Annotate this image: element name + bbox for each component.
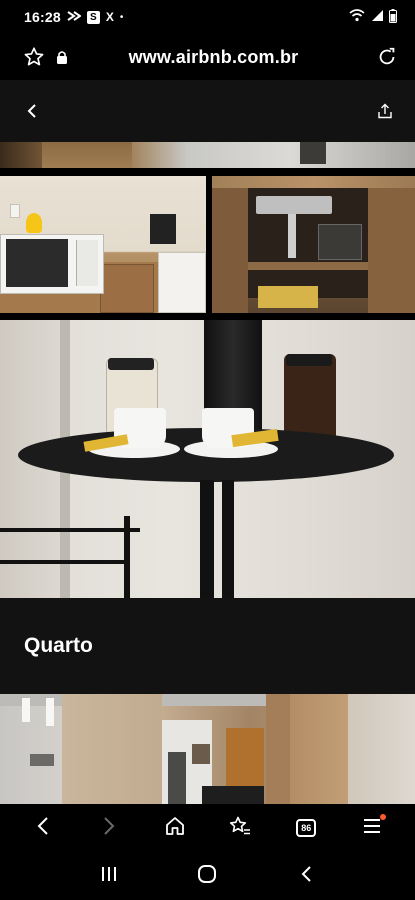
under-sink-cabinet-photo[interactable]	[212, 176, 415, 313]
section-title: Quarto	[24, 634, 93, 657]
double-arrow-icon	[67, 9, 82, 25]
section-header: Quarto	[0, 598, 415, 694]
star-list-icon	[229, 816, 251, 841]
menu-button[interactable]	[352, 808, 392, 848]
recent-apps-button[interactable]	[89, 856, 129, 896]
lock-icon[interactable]	[48, 43, 76, 71]
wifi-icon	[349, 9, 365, 25]
system-navigation-bar	[0, 852, 415, 900]
bookmarks-button[interactable]	[220, 808, 260, 848]
tabs-button[interactable]: 86	[286, 808, 326, 848]
browser-forward-button[interactable]	[89, 808, 129, 848]
s-app-icon: S	[86, 10, 100, 24]
battery-icon	[389, 8, 397, 26]
tabs-count: 86	[296, 819, 317, 837]
signal-icon	[370, 9, 384, 25]
x-app-icon: X	[105, 10, 114, 24]
browser-url-bar: www.airbnb.com.br	[0, 34, 415, 80]
notification-dot	[380, 814, 387, 820]
browser-back-button[interactable]	[23, 808, 63, 848]
recent-apps-icon	[100, 866, 118, 887]
kitchen-photo-partial[interactable]	[0, 142, 415, 168]
bedroom-photo[interactable]	[0, 694, 415, 804]
kitchen-microwave-photo[interactable]	[0, 176, 206, 313]
reload-icon[interactable]	[373, 43, 401, 71]
status-time: 16:28	[24, 9, 61, 25]
home-icon	[165, 816, 185, 841]
status-right	[349, 8, 397, 26]
status-dot: •	[119, 11, 124, 23]
share-icon[interactable]	[373, 99, 397, 123]
bookmark-star-icon[interactable]	[20, 43, 48, 71]
back-chevron-icon[interactable]	[20, 99, 44, 123]
status-left: 16:28 S X •	[24, 9, 123, 25]
chevron-left-icon	[37, 816, 49, 841]
system-home-button[interactable]	[187, 856, 227, 896]
system-back-button[interactable]	[286, 856, 326, 896]
home-circle-icon	[197, 864, 217, 889]
hamburger-menu-icon	[363, 818, 381, 839]
back-arrow-icon	[300, 865, 312, 888]
home-button[interactable]	[155, 808, 195, 848]
chevron-right-icon	[103, 816, 115, 841]
status-bar: 16:28 S X •	[0, 0, 415, 34]
coffee-table-photo[interactable]	[0, 320, 415, 598]
browser-toolbar: 86	[0, 804, 415, 852]
url-text[interactable]: www.airbnb.com.br	[76, 47, 373, 68]
photo-tour-header	[0, 80, 415, 142]
